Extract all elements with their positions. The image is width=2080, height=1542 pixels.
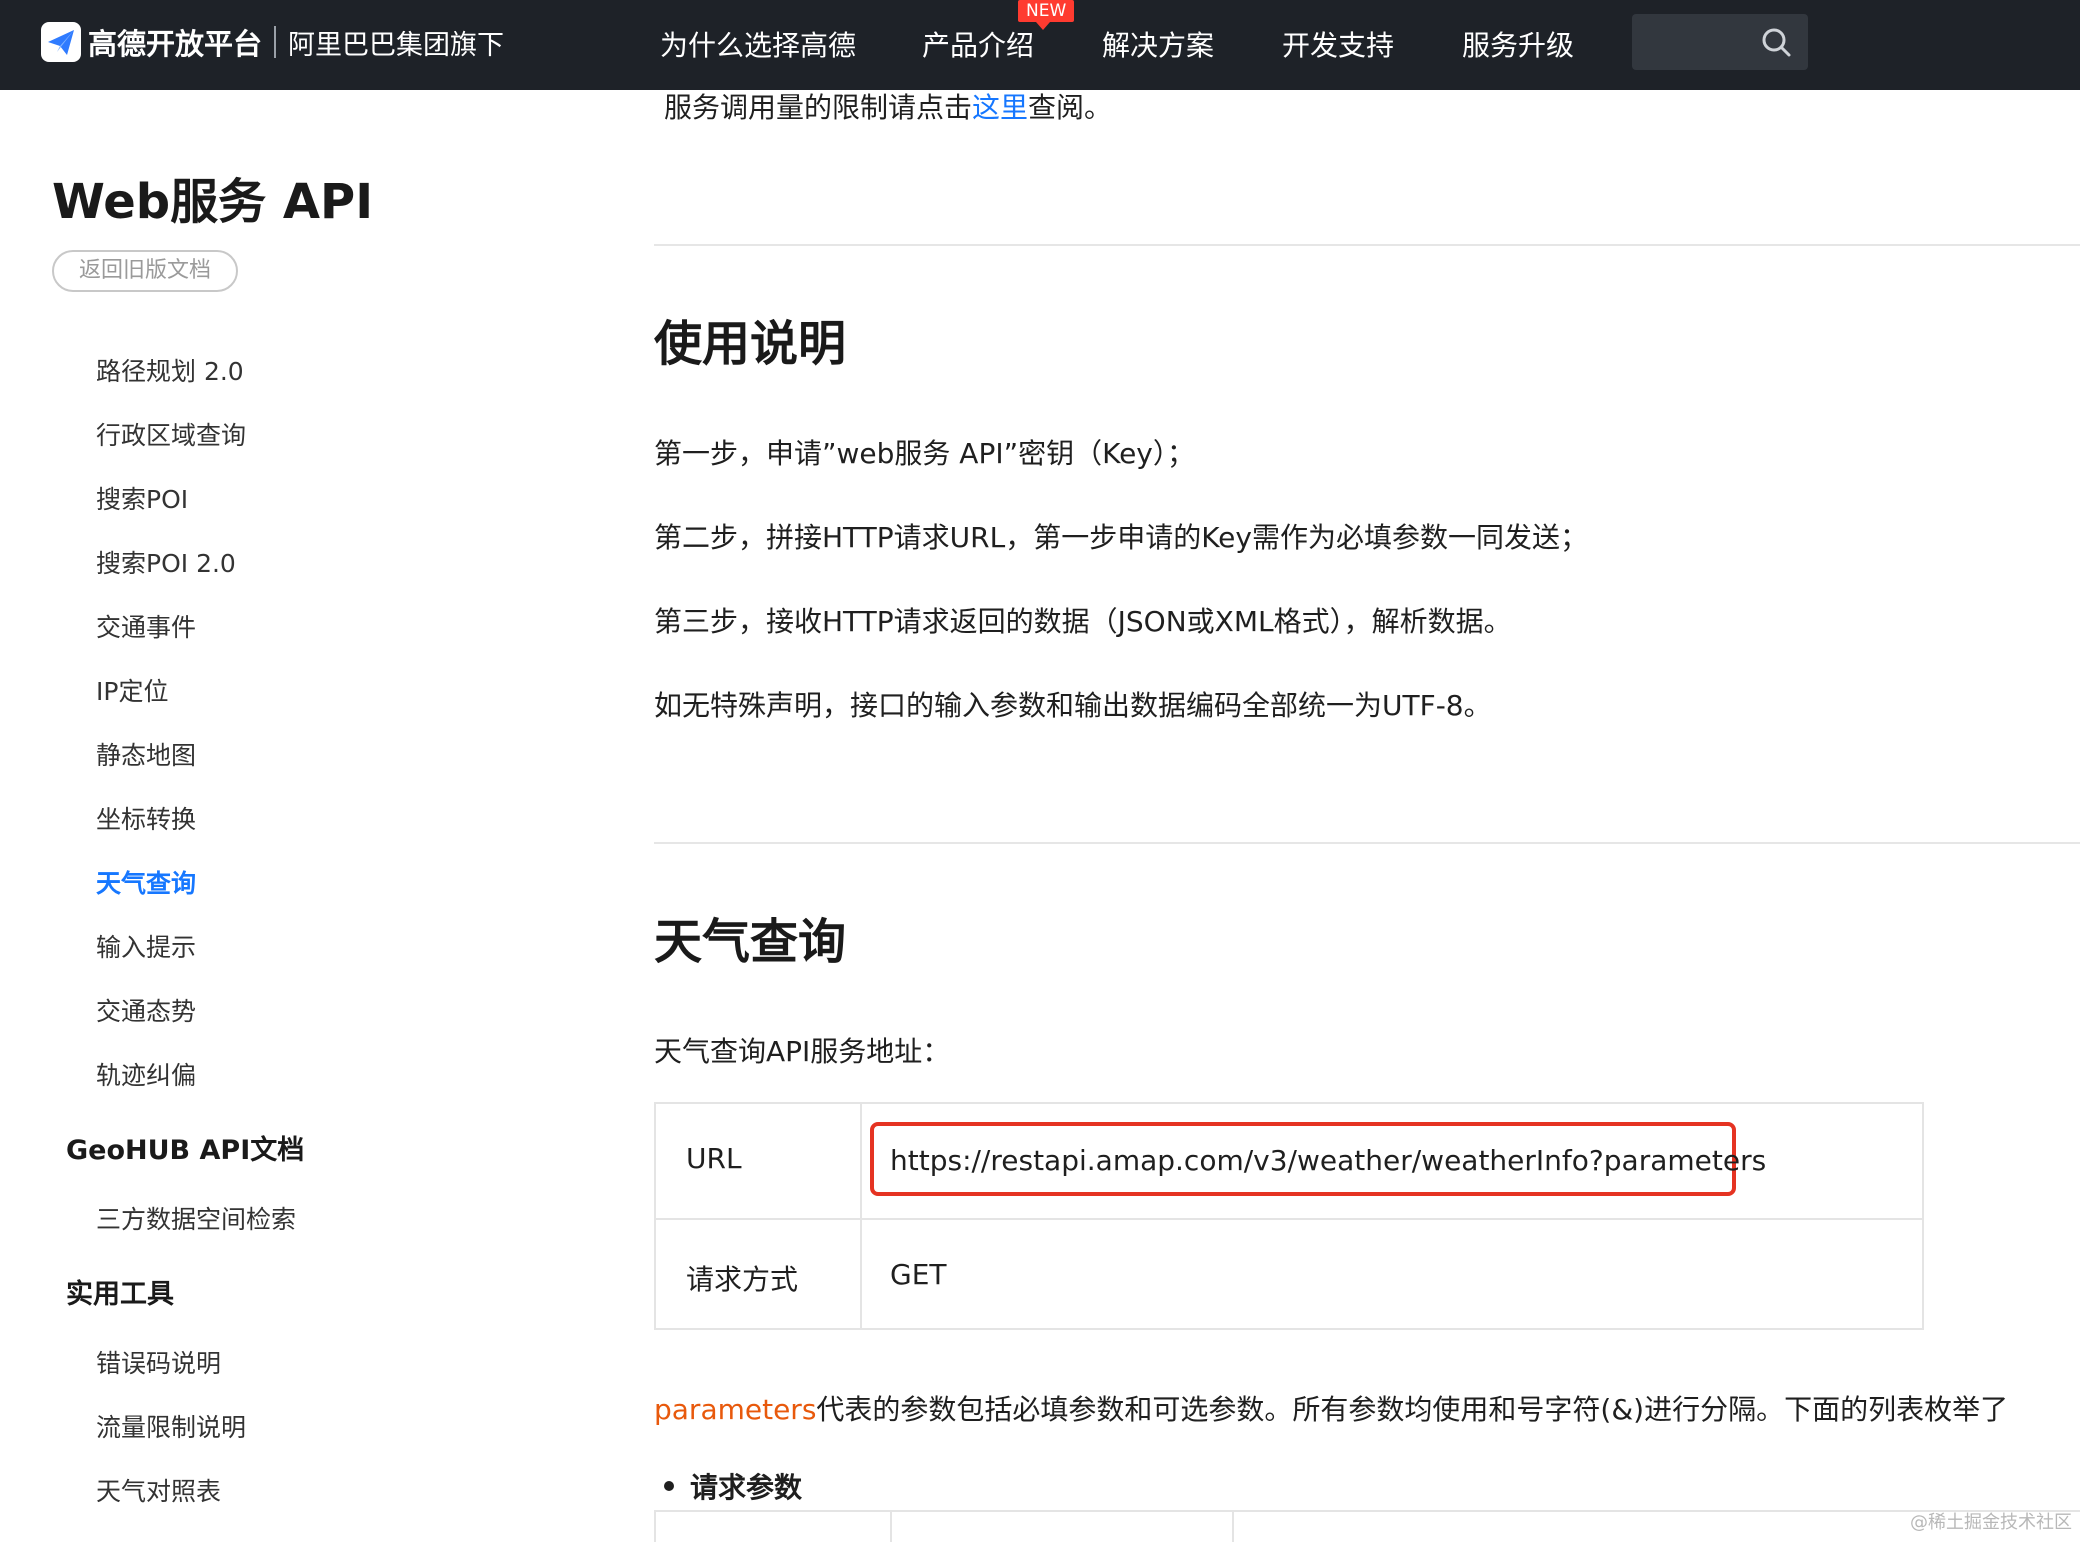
table-column-divider (890, 1512, 892, 1542)
weather-heading: 天气查询 (654, 914, 847, 970)
section-divider (654, 842, 2080, 844)
section-divider (654, 244, 2080, 246)
search-icon[interactable] (1760, 26, 1792, 58)
sidebar-item-input-tips[interactable]: 输入提示 (96, 928, 196, 964)
logo-text: 高德开放平台 (88, 27, 263, 61)
sidebar-item-third-party-search[interactable]: 三方数据空间检索 (96, 1200, 296, 1236)
logo-divider (274, 26, 277, 58)
sidebar-group-geohub[interactable]: GeoHUB API文档 (66, 1128, 304, 1167)
bullet-dot (664, 1481, 674, 1491)
sidebar-item-traffic-status[interactable]: 交通态势 (96, 992, 196, 1028)
table-column-divider (1232, 1512, 1234, 1542)
url-highlight-box: https://restapi.amap.com/v3/weather/weat… (870, 1122, 1766, 1196)
parameters-text: 代表的参数包括必填参数和可选参数。所有参数均使用和号字符(&)进行分隔。下面的列… (816, 1393, 2009, 1426)
rate-limit-note: 服务调用量的限制请点击这里查阅。 (664, 86, 1112, 126)
parameters-description: parameters代表的参数包括必填参数和可选参数。所有参数均使用和号字符(&… (654, 1388, 2008, 1428)
top-navigation-bar: 高德开放平台 阿里巴巴集团旗下 为什么选择高德 产品介绍 NEW 解决方案 开发… (0, 0, 2080, 90)
parameters-keyword: parameters (654, 1393, 817, 1426)
table-row-url: URL https://restapi.amap.com/v3/weather/… (656, 1104, 1922, 1216)
usage-heading: 使用说明 (654, 316, 847, 372)
request-params-heading: 请求参数 (690, 1471, 803, 1504)
nav-why-amap[interactable]: 为什么选择高德 (660, 24, 856, 64)
request-params-table (654, 1510, 2080, 1542)
sidebar-title: Web服务 API (52, 174, 374, 230)
sidebar-item-weather-codes[interactable]: 天气对照表 (96, 1472, 221, 1508)
nav-solutions[interactable]: 解决方案 (1102, 24, 1214, 64)
nav-service-upgrade[interactable]: 服务升级 (1462, 24, 1574, 64)
sidebar-item-track-correction[interactable]: 轨迹纠偏 (96, 1056, 196, 1092)
sidebar-item-static-map[interactable]: 静态地图 (96, 736, 196, 772)
watermark: @稀土掘金技术社区 (1910, 1512, 2072, 1533)
sidebar-item-district-query[interactable]: 行政区域查询 (96, 416, 246, 452)
usage-step-1: 第一步，申请”web服务 API”密钥（Key）； (654, 437, 1195, 470)
api-address-table: URL https://restapi.amap.com/v3/weather/… (654, 1102, 1924, 1330)
table-border (654, 1512, 656, 1542)
rate-limit-note-tail: 查阅。 (1028, 91, 1113, 124)
url-label: URL (686, 1142, 742, 1175)
method-label: 请求方式 (686, 1263, 799, 1296)
usage-step-3: 第三步，接收HTTP请求返回的数据（JSON或XML格式），解析数据。 (654, 605, 1512, 638)
sidebar-item-rate-limits[interactable]: 流量限制说明 (96, 1408, 246, 1444)
url-value: https://restapi.amap.com/v3/weather/weat… (890, 1144, 1767, 1177)
paper-plane-logo-icon (41, 22, 81, 62)
sidebar-item-ip-location[interactable]: IP定位 (96, 672, 168, 708)
usage-step-2: 第二步，拼接HTTP请求URL，第一步申请的Key需作为必填参数一同发送； (654, 521, 1588, 554)
sidebar-item-traffic-events[interactable]: 交通事件 (96, 608, 196, 644)
logo-subtitle: 阿里巴巴集团旗下 (288, 29, 505, 61)
table-row-method: 请求方式 GET (656, 1218, 1922, 1332)
nav-products[interactable]: 产品介绍 (922, 24, 1034, 64)
sidebar-item-route-planning[interactable]: 路径规划 2.0 (96, 352, 244, 388)
usage-encoding-note: 如无特殊声明，接口的输入参数和输出数据编码全部统一为UTF-8。 (654, 689, 1492, 722)
back-to-old-docs-button[interactable]: 返回旧版文档 (52, 250, 238, 292)
amap-logo[interactable]: 高德开放平台 阿里巴巴集团旗下 (40, 20, 504, 64)
sidebar-item-search-poi-2[interactable]: 搜索POI 2.0 (96, 544, 236, 580)
sidebar-item-search-poi[interactable]: 搜索POI (96, 480, 188, 516)
rate-limit-link[interactable]: 这里 (972, 91, 1028, 124)
sidebar-item-coordinate-convert[interactable]: 坐标转换 (96, 800, 196, 836)
method-value: GET (890, 1258, 947, 1291)
sidebar-item-weather-query[interactable]: 天气查询 (96, 864, 196, 900)
sidebar-item-error-codes[interactable]: 错误码说明 (96, 1344, 221, 1380)
request-params-bullet: 请求参数 (664, 1466, 802, 1506)
nav-dev-support[interactable]: 开发支持 (1282, 24, 1394, 64)
rate-limit-note-text: 服务调用量的限制请点击 (664, 91, 973, 124)
sidebar-group-tools[interactable]: 实用工具 (66, 1272, 174, 1311)
new-badge: NEW (1018, 0, 1075, 30)
search-input[interactable] (1632, 14, 1808, 70)
weather-api-intro: 天气查询API服务地址： (654, 1035, 951, 1068)
